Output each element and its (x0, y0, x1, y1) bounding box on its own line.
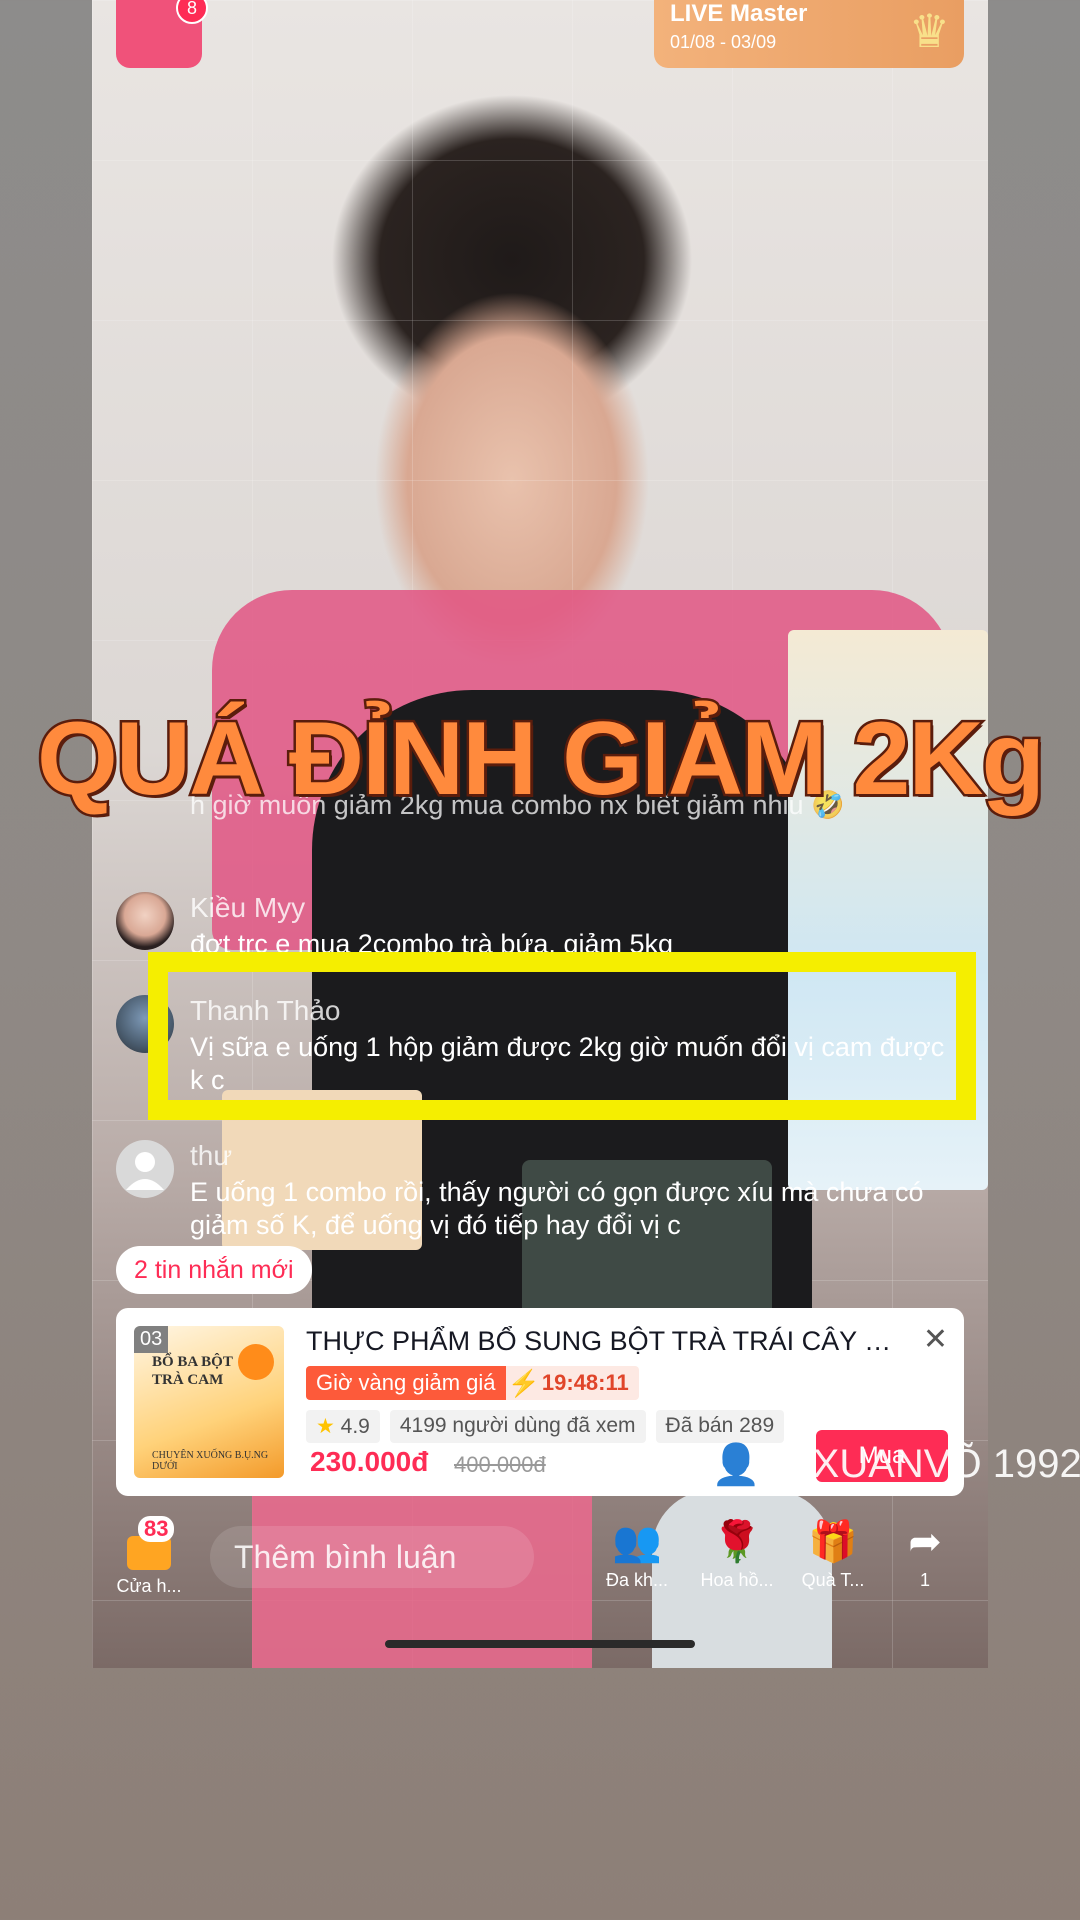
product-thumbnail[interactable]: 03 BỔ BA BỘT TRÀ CAM CHUYÊN XUỐNG B.Ụ.NG… (134, 1326, 284, 1478)
avatar (116, 1140, 174, 1198)
product-old-price: 400.000đ (454, 1452, 546, 1477)
orange-fruit-image (238, 1344, 274, 1380)
comment-input[interactable]: Thêm bình luận (210, 1526, 534, 1588)
comment-text: E uống 1 combo rồi, thấy người có gọn đư… (190, 1177, 924, 1240)
shop-button[interactable]: 83 Cửa h... (104, 1516, 194, 1597)
crown-icon: ♛ (908, 5, 950, 57)
shop-label: Cửa h... (116, 1576, 182, 1596)
product-stats: ★ 4.9 4199 người dùng đã xem Đã bán 289 (306, 1410, 785, 1443)
live-master-title: LIVE Master (670, 0, 808, 27)
new-messages-pill[interactable]: 2 tin nhắn mới (116, 1246, 312, 1294)
share-button[interactable]: ➦ 1 (880, 1518, 970, 1591)
star-icon: ★ (316, 1415, 335, 1438)
user-icon: 👤 (711, 1442, 761, 1487)
flash-sale-badge: Giờ vàng giảm giá ⚡ 19:48:11 (306, 1366, 639, 1400)
product-index: 03 (134, 1326, 169, 1353)
gift-label: Quà T... (801, 1570, 865, 1590)
overlay-headline: QUÁ ĐỈNH GIẢM 2Kg (35, 699, 1048, 820)
multi-guest-button[interactable]: 👥 Đa kh... (592, 1518, 682, 1591)
gift-icon: 🎁 (808, 1520, 858, 1564)
thumb-text-3: CHUYÊN XUỐNG B.Ụ.NG DƯỚI (152, 1450, 269, 1472)
bottom-action-bar: 83 Cửa h... Thêm bình luận 👥 Đa kh... 🌹 … (92, 1510, 988, 1620)
product-price: 230.000đ (310, 1446, 429, 1477)
live-master-dates: 01/08 - 03/09 (670, 32, 777, 52)
sold-badge: Đã bán 289 (655, 1410, 785, 1443)
ticket-icon[interactable]: 8 (116, 0, 208, 68)
shop-count-badge: 83 (138, 1516, 175, 1542)
share-count: 1 (919, 1570, 930, 1590)
thumb-text-1: BỔ BA BỘT (152, 1354, 233, 1370)
product-title[interactable]: THỰC PHẨM BỔ SUNG BỘT TRÀ TRÁI CÂY 14... (306, 1326, 896, 1357)
watermark-handle: @XUANVÕ 1992 (772, 1441, 1080, 1486)
tiktok-watermark: ♪ 👤 @XUANVÕ 1992 (680, 1440, 1080, 1488)
rose-label: Hoa hồ... (700, 1570, 774, 1590)
live-master-banner[interactable]: LIVE Master 01/08 - 03/09 ♛ (654, 0, 964, 68)
comment-author: thư (190, 1140, 233, 1171)
flash-sale-timer: 19:48:11 (541, 1366, 639, 1400)
people-icon: 👥 (612, 1520, 662, 1564)
thumb-text-2: TRÀ CAM (152, 1372, 224, 1388)
comment-highlight (148, 952, 976, 1120)
multi-guest-label: Đa kh... (605, 1570, 669, 1590)
viewers-badge: 4199 người dùng đã xem (389, 1410, 646, 1443)
share-arrow-icon: ➦ (908, 1520, 942, 1564)
home-indicator[interactable] (385, 1640, 695, 1648)
gift-button[interactable]: 🎁 Quà T... (788, 1518, 878, 1591)
rating-badge: ★ 4.9 (306, 1410, 380, 1443)
flash-sale-label: Giờ vàng giảm giá (306, 1366, 506, 1400)
tiktok-logo-icon: ♪ (680, 1441, 700, 1486)
avatar (116, 892, 174, 950)
rose-icon: 🌹 (712, 1520, 762, 1564)
comment-author: Kiều Myy (190, 892, 306, 923)
lightning-icon: ⚡ (505, 1366, 542, 1400)
rating-value: 4.9 (340, 1415, 370, 1438)
default-avatar-icon (126, 1152, 164, 1190)
rose-gift-button[interactable]: 🌹 Hoa hồ... (692, 1518, 782, 1591)
close-icon[interactable]: ✕ (923, 1322, 948, 1357)
